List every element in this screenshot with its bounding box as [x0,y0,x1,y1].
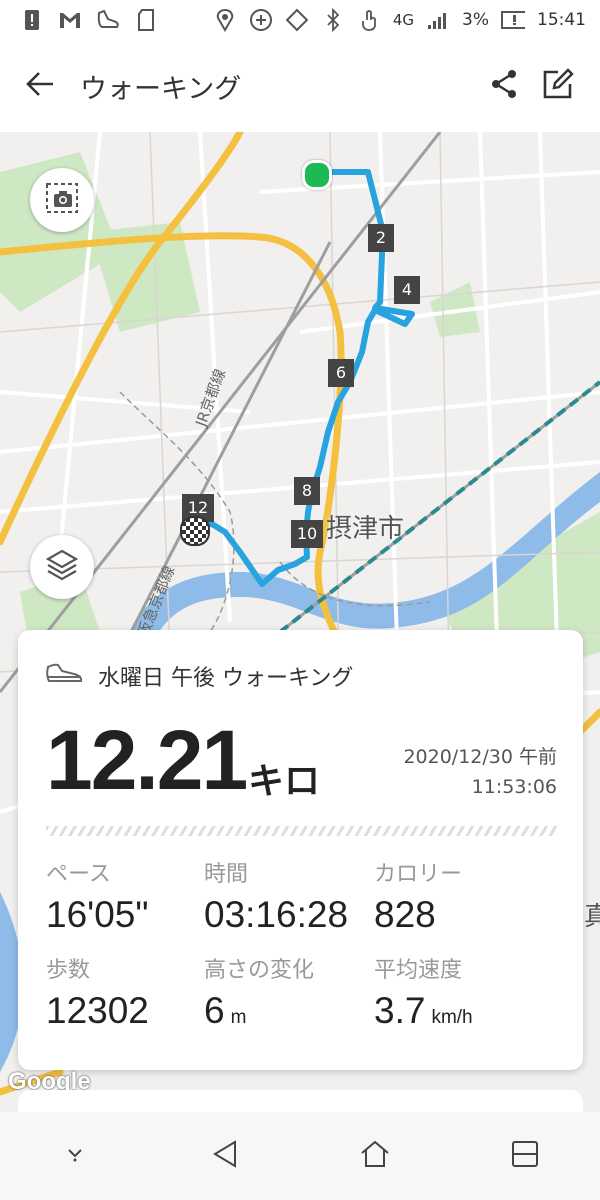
nav-back-button[interactable] [195,1126,255,1186]
km-marker-4: 4 [394,276,420,304]
edit-button[interactable] [542,68,574,104]
stat-steps-value: 12302 [46,990,149,1031]
divider [46,826,558,836]
back-button[interactable] [0,40,80,132]
nav-home-button[interactable] [345,1126,405,1186]
gmail-icon [58,8,82,32]
nav-hide-button[interactable] [45,1126,105,1186]
chevron-down-icon [65,1146,85,1166]
stat-duration-value: 03:16:28 [204,894,349,935]
km-marker-8: 8 [294,477,320,505]
km-marker-6: 6 [328,359,354,387]
stat-steps-label: 歩数 [46,958,91,983]
stat-elevation: 高さの変化 6m [204,952,314,1032]
recents-icon [511,1140,539,1172]
map-edge-label: 真 [584,902,600,932]
location-icon [213,8,237,32]
data-saver-icon [249,8,273,32]
share-button[interactable] [490,69,518,103]
share-icon [490,70,518,103]
edit-icon [542,68,574,104]
stat-avg-speed-value: 3.7 km/h [374,990,473,1031]
distance-value: 12.21 [46,713,248,807]
stat-calories-value: 828 [374,894,436,935]
bluetooth-icon [321,8,345,32]
km-marker-2: 2 [368,224,394,252]
stat-steps: 歩数 12302 [46,952,155,1032]
city-label: 摂津市 [326,514,405,544]
workout-summary-card: 水曜日 午後 ウォーキング 12.21 キロ 2020/12/30 午前 11:… [18,630,583,1070]
activity-datetime: 2020/12/30 午前 11:53:06 [403,742,557,802]
stat-duration: 時間 03:16:28 [204,856,354,936]
screenshot-button[interactable] [30,168,94,232]
clock: 15:41 [537,10,586,30]
sdcard-icon [134,8,158,32]
back-arrow-icon [25,71,55,101]
map-layers-button[interactable] [30,535,94,599]
alert-icon [20,8,44,32]
activity-date: 2020/12/30 午前 [403,746,557,768]
layers-icon [45,548,79,586]
stat-elevation-label: 高さの変化 [204,958,315,983]
home-icon [359,1139,391,1173]
battery-alert-icon [501,8,525,32]
stat-avg-speed: 平均速度 3.7 km/h [374,952,473,1032]
stat-pace-value: 16'05" [46,894,149,935]
finish-flag-icon [180,516,210,546]
touch-icon [357,8,381,32]
start-marker [302,160,332,190]
shoe-icon [96,8,120,32]
km-marker-10: 10 [291,520,323,548]
stat-calories-label: カロリー [374,862,463,887]
activity-time: 11:53:06 [471,776,557,798]
signal-icon [426,8,450,32]
camera-frame-icon [45,182,79,218]
sneaker-icon [46,661,84,691]
triangle-back-icon [212,1140,238,1172]
battery-percent: 3% [462,10,489,30]
page-title: ウォーキング [80,73,242,105]
activity-title: 水曜日 午後 ウォーキング [98,666,354,691]
nav-recents-button[interactable] [495,1126,555,1186]
network-type: 4G [392,11,415,29]
stat-avg-speed-label: 平均速度 [374,958,463,983]
stat-duration-label: 時間 [204,862,249,887]
stat-pace: ペース 16'05" [46,856,155,936]
app-header: ウォーキング [0,40,600,132]
system-nav-bar [0,1112,600,1200]
status-bar: 4G 3% 15:41 [0,0,600,40]
stat-calories: カロリー 828 [374,856,462,936]
stat-pace-label: ペース [46,862,111,887]
stat-elevation-value: 6m [204,990,247,1031]
rotate-icon [285,8,309,32]
distance-unit: キロ [248,761,321,802]
